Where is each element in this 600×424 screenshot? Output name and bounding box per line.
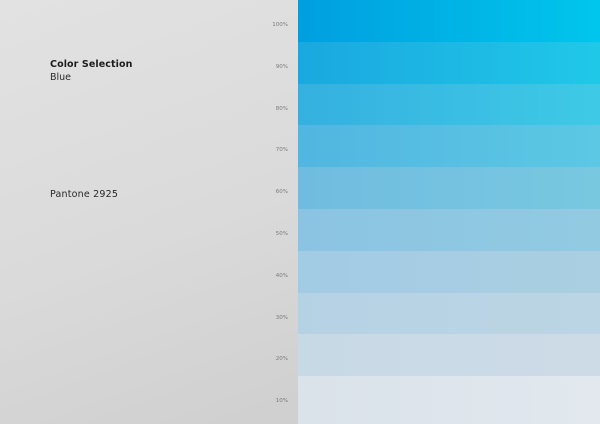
tint-label: 100% [272,22,288,28]
color-swatch-page: Color Selection Blue Pantone 2925 100% 90… [0,0,600,424]
tint-swatch [298,292,600,335]
tint-label: 30% [275,314,288,321]
tint-label: 80% [275,105,288,112]
tint-swatch [298,0,600,43]
tint-swatch [298,250,600,294]
tint-label: 50% [275,231,288,237]
tint-label: 90% [275,63,288,70]
tint-label: 40% [275,272,288,279]
tint-swatch [298,125,600,168]
tint-swatch [298,167,600,210]
tint-label: 20% [275,356,288,363]
tint-swatch [298,209,600,252]
tint-label: 70% [275,147,288,154]
tint-swatch [298,41,600,85]
tint-label: 60% [275,189,288,196]
tint-swatch [298,83,600,126]
color-selection-heading: Color Selection [50,59,133,70]
tint-swatch [298,334,600,377]
color-name: Blue [50,72,72,83]
tint-swatch [298,376,600,424]
tint-swatches [298,0,600,424]
pantone-code: Pantone 2925 [50,189,119,200]
info-panel: Color Selection Blue Pantone 2925 100% 90… [0,0,298,424]
tint-label: 10% [275,398,288,405]
